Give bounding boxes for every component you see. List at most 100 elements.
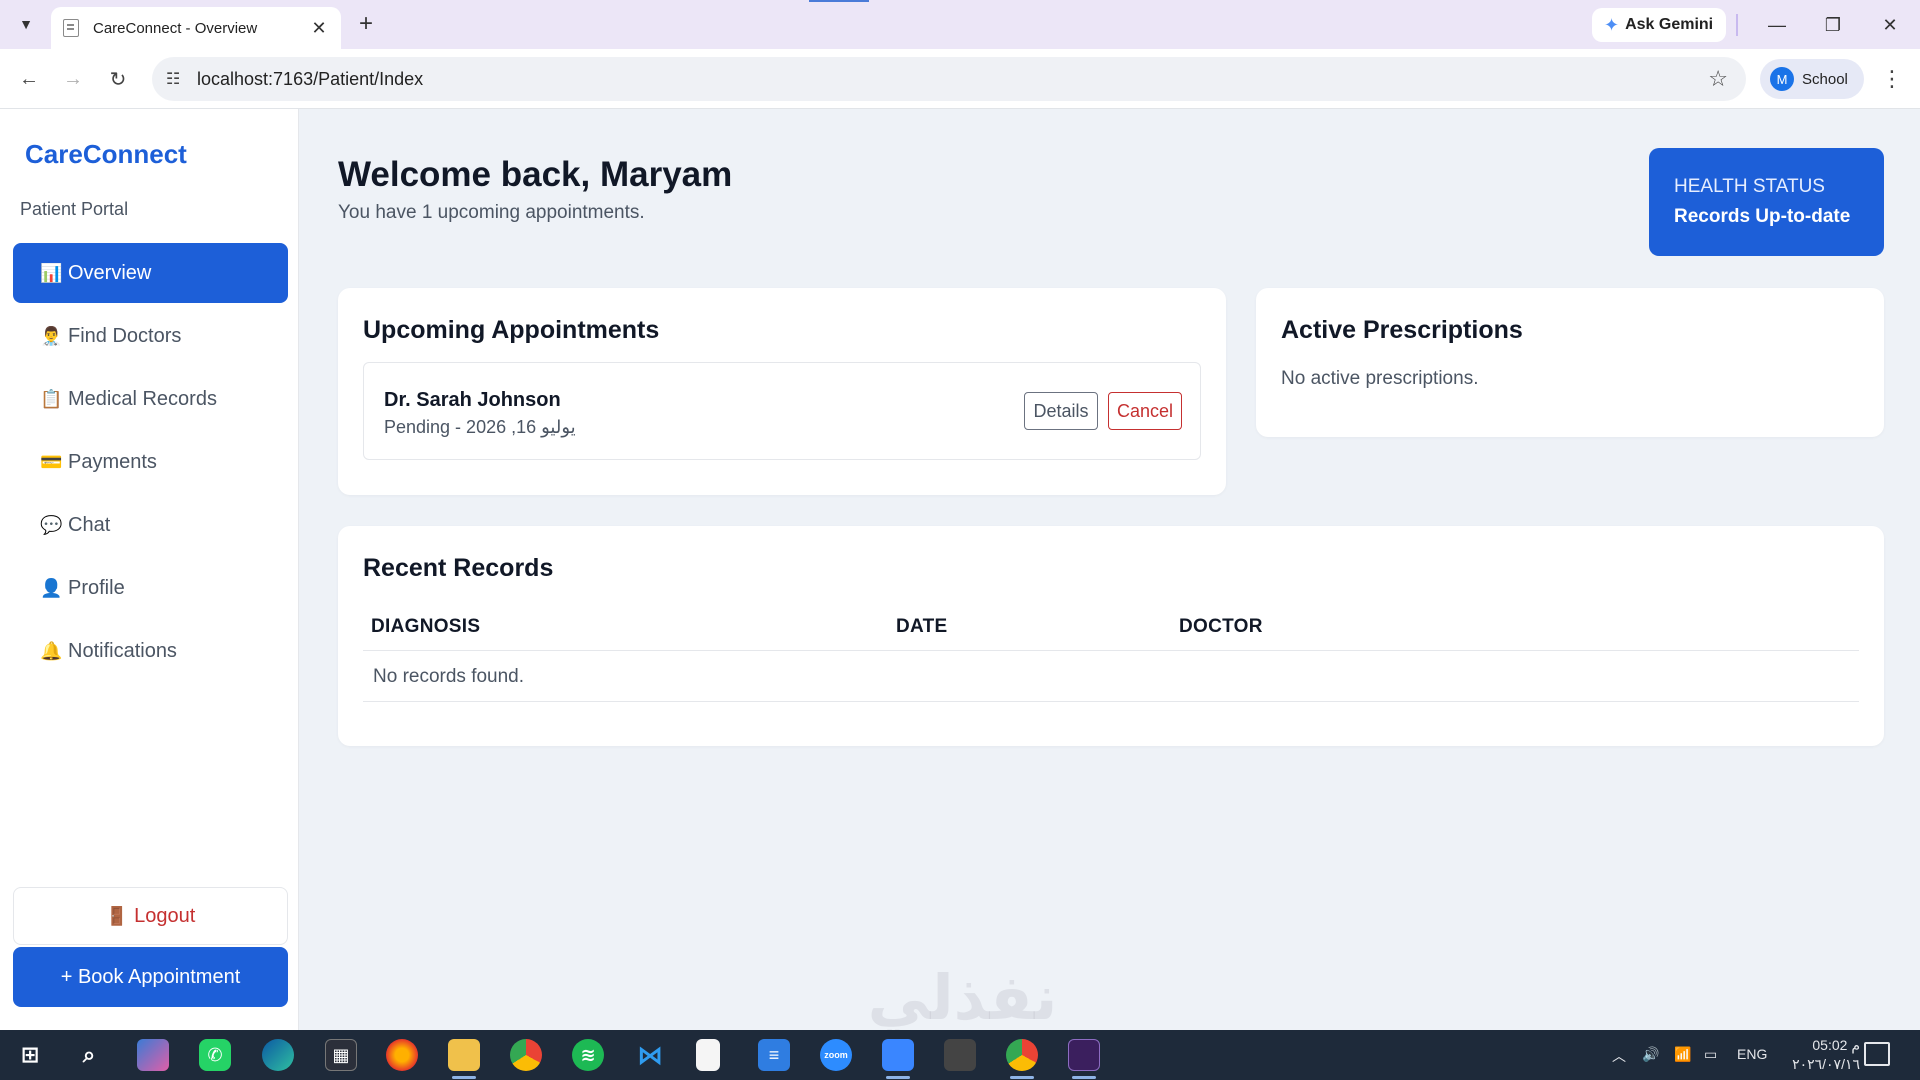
brand-logo-text[interactable]: CareConnect: [25, 139, 187, 170]
reload-icon[interactable]: ↻: [102, 63, 134, 95]
system-clock[interactable]: 05:02 م ٢٠٢٦/٠٧/١٦: [1780, 1036, 1860, 1074]
chrome-icon[interactable]: [510, 1039, 542, 1071]
recent-records-card: Recent Records DIAGNOSIS DATE DOCTOR No …: [338, 526, 1884, 746]
gemini-sparkle-icon: ✦: [1604, 14, 1620, 35]
sidebar-menu: 📊 Overview 👨‍⚕️ Find Doctors 📋 Medical R…: [13, 243, 288, 684]
running-app-indicator: [1072, 1076, 1096, 1079]
records-table: DIAGNOSIS DATE DOCTOR No records found.: [363, 606, 1859, 702]
chrome-icon[interactable]: [1006, 1039, 1038, 1071]
search-icon[interactable]: ⌕: [73, 1039, 105, 1071]
close-window-icon[interactable]: ✕: [1870, 10, 1910, 40]
app-icon[interactable]: ≡: [758, 1039, 790, 1071]
sidebar-item-label: Notifications: [68, 639, 177, 662]
logout-label: Logout: [134, 904, 196, 927]
profile-button[interactable]: M School: [1760, 59, 1864, 99]
document-favicon-icon: [63, 19, 79, 37]
new-tab-button[interactable]: +: [352, 10, 380, 38]
bookmark-star-icon[interactable]: ☆: [1708, 66, 1728, 92]
column-header-doctor: DOCTOR: [1179, 616, 1263, 637]
volume-icon[interactable]: 🔊: [1642, 1046, 1659, 1063]
card-title: Recent Records: [363, 554, 554, 582]
app-icon[interactable]: [944, 1039, 976, 1071]
book-appointment-button[interactable]: + Book Appointment: [13, 947, 288, 1007]
sidebar-item-notifications[interactable]: 🔔 Notifications: [13, 621, 288, 681]
logout-button[interactable]: 🚪 Logout: [13, 887, 288, 945]
sidebar-item-overview[interactable]: 📊 Overview: [13, 243, 288, 303]
appointment-status-date: Pending - 2026 ,16 يوليو: [384, 417, 576, 437]
browser-address-bar: ← → ↻ ☷ localhost:7163/Patient/Index ☆ M…: [0, 49, 1920, 109]
tab-close-icon[interactable]: ✕: [309, 18, 329, 39]
notification-center-icon[interactable]: [1864, 1042, 1890, 1066]
chevron-up-icon[interactable]: ︿: [1612, 1046, 1626, 1066]
clock-date: ٢٠٢٦/٠٧/١٦: [1792, 1056, 1860, 1072]
copilot-icon[interactable]: [137, 1039, 169, 1071]
zoom-icon[interactable]: zoom: [820, 1039, 852, 1071]
appointment-details-button[interactable]: Details: [1024, 392, 1098, 430]
tab-drag-indicator: [809, 0, 869, 2]
card-title: Active Prescriptions: [1281, 316, 1523, 344]
sidebar: CareConnect Patient Portal 📊 Overview 👨‍…: [0, 109, 299, 1030]
credit-card-icon: 💳: [40, 451, 63, 472]
browser-menu-kebab-icon[interactable]: ⋮: [1880, 63, 1904, 95]
minimize-window-icon[interactable]: —: [1757, 10, 1797, 40]
browser-tab[interactable]: CareConnect - Overview ✕: [51, 7, 341, 49]
appointment-item: Dr. Sarah Johnson Pending - 2026 ,16 يول…: [363, 362, 1201, 460]
running-app-indicator: [1010, 1076, 1034, 1079]
active-app-indicator: [452, 1076, 476, 1079]
vscode-icon[interactable]: ⋈: [634, 1039, 666, 1071]
ask-gemini-label: Ask Gemini: [1625, 16, 1714, 33]
sidebar-item-chat[interactable]: 💬 Chat: [13, 495, 288, 555]
portal-label: Patient Portal: [20, 199, 129, 219]
restore-window-icon[interactable]: ❐: [1813, 10, 1853, 40]
file-explorer-icon[interactable]: [448, 1039, 480, 1071]
tab-title: CareConnect - Overview: [93, 19, 258, 37]
back-arrow-icon[interactable]: ←: [13, 63, 45, 95]
page-title: Welcome back, Maryam: [338, 155, 733, 194]
forward-arrow-icon[interactable]: →: [57, 63, 89, 95]
watermark-logo: نفذلي: [867, 961, 1058, 1034]
sidebar-item-find-doctors[interactable]: 👨‍⚕️ Find Doctors: [13, 306, 288, 366]
column-header-date: DATE: [896, 616, 948, 637]
user-silhouette-icon: 👤: [40, 577, 63, 598]
table-row: No records found.: [363, 651, 1859, 702]
profile-name: School: [1802, 70, 1848, 88]
url-text[interactable]: localhost:7163/Patient/Index: [197, 69, 423, 90]
table-header-row: DIAGNOSIS DATE DOCTOR: [363, 606, 1859, 651]
appointment-doctor-name: Dr. Sarah Johnson: [384, 389, 561, 411]
microsoft-store-icon[interactable]: ▦: [325, 1039, 357, 1071]
url-omnibox[interactable]: ☷ localhost:7163/Patient/Index ☆: [152, 57, 1746, 101]
spotify-icon[interactable]: ≋: [572, 1039, 604, 1071]
language-indicator[interactable]: ENG: [1737, 1046, 1767, 1062]
bell-icon: 🔔: [40, 640, 63, 661]
running-app-indicator: [886, 1076, 910, 1079]
edge-browser-icon[interactable]: [262, 1039, 294, 1071]
sidebar-item-label: Chat: [68, 513, 111, 536]
speech-bubble-icon: 💬: [40, 514, 63, 535]
site-info-icon[interactable]: ☷: [166, 69, 180, 89]
notepad-icon[interactable]: [696, 1039, 720, 1071]
terminal-icon[interactable]: [1068, 1039, 1100, 1071]
sidebar-item-medical-records[interactable]: 📋 Medical Records: [13, 369, 288, 429]
windows-start-icon[interactable]: ⊞: [14, 1039, 46, 1071]
bar-chart-icon: 📊: [40, 262, 63, 283]
ask-gemini-button[interactable]: ✦ Ask Gemini: [1592, 8, 1726, 42]
upcoming-appointments-card: Upcoming Appointments Dr. Sarah Johnson …: [338, 288, 1226, 495]
sidebar-item-profile[interactable]: 👤 Profile: [13, 558, 288, 618]
records-empty-message: No records found.: [373, 666, 525, 687]
column-header-diagnosis: DIAGNOSIS: [371, 616, 481, 637]
sidebar-item-label: Overview: [68, 261, 152, 284]
health-status-value: Records Up-to-date: [1674, 206, 1851, 227]
wifi-icon[interactable]: 📶: [1674, 1046, 1691, 1063]
os-taskbar: ⊞ ⌕ ✆ ▦ ≋ ⋈ ≡ zoom ︿ 🔊 📶 ▭ ENG 05:02 م ٢…: [0, 1030, 1920, 1080]
firefox-icon[interactable]: [386, 1039, 418, 1071]
app-icon[interactable]: [882, 1039, 914, 1071]
battery-icon[interactable]: ▭: [1704, 1046, 1717, 1063]
appointment-cancel-button[interactable]: Cancel: [1108, 392, 1182, 430]
sidebar-item-payments[interactable]: 💳 Payments: [13, 432, 288, 492]
prescriptions-empty-message: No active prescriptions.: [1281, 368, 1479, 389]
whatsapp-icon[interactable]: ✆: [199, 1039, 231, 1071]
clock-time: 05:02 م: [1812, 1037, 1860, 1053]
tab-search-chevron-icon[interactable]: ▼: [10, 8, 42, 40]
toolbar-divider: [1736, 14, 1738, 36]
sidebar-item-label: Medical Records: [68, 387, 217, 410]
